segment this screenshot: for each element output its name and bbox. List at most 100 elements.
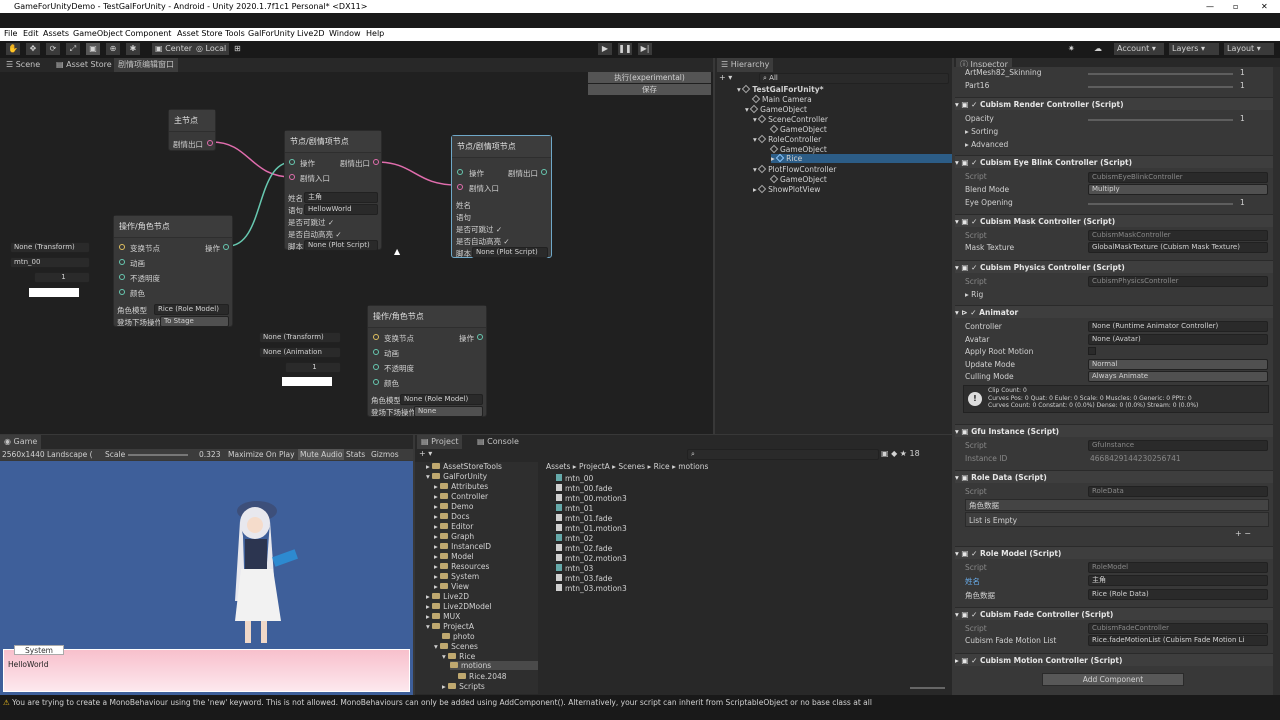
mute-audio-toggle[interactable]: Mute Audio <box>298 449 345 460</box>
component-render-controller[interactable]: ▾ ▣ ✓ Cubism Render Controller (Script) <box>955 97 1273 110</box>
account-dropdown[interactable]: Account ▾ <box>1114 43 1164 55</box>
run-experimental-button[interactable]: 执行(experimental) <box>588 72 711 83</box>
asset-item[interactable]: mtn_02 <box>556 534 593 543</box>
tab-hierarchy[interactable]: ☰ Hierarchy <box>717 58 774 72</box>
project-folder-projecta[interactable]: ▾ ProjectA <box>426 622 474 631</box>
pivot-local-button[interactable]: ◎ Local <box>193 43 230 55</box>
resolution-dropdown[interactable]: 2560x1440 Landscape ( <box>2 449 93 460</box>
menu-gameobject[interactable]: GameObject <box>73 29 123 38</box>
role-node-2-opacity-port[interactable] <box>373 364 379 370</box>
component-motion-controller[interactable]: ▸ ▣ ✓ Cubism Motion Controller (Script) <box>955 653 1273 666</box>
hierarchy-item-rice[interactable]: ▸ Rice <box>771 153 952 163</box>
breadcrumb-motions[interactable]: motions <box>678 462 708 471</box>
menu-asset-store-tools[interactable]: Asset Store Tools <box>177 29 245 38</box>
role-node-1-anim-field[interactable]: mtn_00 <box>10 257 90 268</box>
status-bar[interactable]: ⚠ You are trying to create a MonoBehavio… <box>0 695 1280 710</box>
custom-tool-icon[interactable]: ✱ <box>126 43 140 55</box>
role-node-1-transform-port[interactable] <box>119 244 125 250</box>
icon-size-slider[interactable] <box>910 687 945 689</box>
plot-node-1-script-field[interactable]: None (Plot Script) <box>304 240 378 251</box>
grid-snap-icon[interactable]: ⊞ <box>234 43 241 55</box>
opacity-value[interactable]: 1 <box>1240 114 1245 123</box>
menu-galforunity[interactable]: GalForUnity <box>248 29 295 38</box>
asset-item[interactable]: mtn_03.motion3 <box>556 584 627 593</box>
culling-mode-dropdown[interactable]: Always Animate <box>1088 371 1268 382</box>
project-search-input[interactable]: ⌕ <box>687 449 879 460</box>
menu-help[interactable]: Help <box>366 29 384 38</box>
menu-file[interactable]: File <box>4 29 17 38</box>
plot-node-2-in-port[interactable] <box>457 184 463 190</box>
role-node-1-op-port[interactable] <box>223 244 229 250</box>
step-button[interactable]: ▶| <box>638 43 652 55</box>
param-part16-value[interactable]: 1 <box>1240 81 1245 90</box>
update-mode-dropdown[interactable]: Normal <box>1088 359 1268 370</box>
hand-tool-icon[interactable]: ✋ <box>6 43 20 55</box>
plot-node-2-script-field[interactable]: None (Plot Script) <box>472 247 548 258</box>
maximize-on-play-toggle[interactable]: Maximize On Play <box>228 449 295 460</box>
plot-node-1[interactable]: 节点/剧情项节点 操作 剧情入口 剧情出口 姓名 主角 语句 HellowWor… <box>284 130 382 251</box>
save-button[interactable]: 保存 <box>588 84 711 95</box>
asset-item[interactable]: mtn_03 <box>556 564 593 573</box>
scale-slider[interactable] <box>128 454 188 456</box>
role-node-2-transform-field[interactable]: None (Transform) <box>259 332 341 343</box>
project-folder-photo[interactable]: photo <box>442 632 475 641</box>
graph-canvas[interactable]: 执行(experimental) 保存 主节点 剧情出口 节点/剧情项节点 操作… <box>0 72 713 434</box>
eye-opening-value[interactable]: 1 <box>1240 198 1245 207</box>
minimize-icon[interactable]: — <box>1206 0 1214 13</box>
project-folder-system[interactable]: ▸ System <box>434 572 479 581</box>
tab-asset-store[interactable]: ▤ Asset Store <box>52 58 116 72</box>
plot-node-1-out-port[interactable] <box>373 159 379 165</box>
hierarchy-item-scenecontroller[interactable]: ▾ SceneController <box>753 114 828 124</box>
menu-edit[interactable]: Edit <box>23 29 39 38</box>
hierarchy-item-plotflowcontroller[interactable]: ▾ PlotFlowController <box>753 164 836 174</box>
role-node-2-op-port[interactable] <box>477 334 483 340</box>
create-asset-button[interactable]: + ▾ <box>419 449 432 458</box>
param-artmesh-slider[interactable] <box>1088 73 1233 75</box>
filter-icons[interactable]: ▣ ◆ ★ 18 <box>881 449 920 458</box>
opacity-slider[interactable] <box>1088 119 1233 121</box>
role-name-field[interactable]: 主角 <box>1088 575 1268 586</box>
component-fade-controller[interactable]: ▾ ▣ ✓ Cubism Fade Controller (Script) <box>955 607 1273 620</box>
component-eye-blink[interactable]: ▾ ▣ ✓ Cubism Eye Blink Controller (Scrip… <box>955 155 1273 168</box>
role-node-2-model-field[interactable]: None (Role Model) <box>400 394 483 405</box>
play-button[interactable]: ▶ <box>598 43 612 55</box>
plot-node-2[interactable]: 节点/剧情项节点 操作 剧情入口 剧情出口 姓名 语句 是否可跳过 ✓ 是否自动… <box>451 135 552 258</box>
maximize-icon[interactable]: ▫ <box>1233 0 1238 13</box>
project-folder-instanceid[interactable]: ▸ InstanceID <box>434 542 491 551</box>
component-gfu-instance[interactable]: ▾ ▣ Gfu Instance (Script) <box>955 424 1273 437</box>
asset-item[interactable]: mtn_00 <box>556 474 593 483</box>
tab-plot-editor[interactable]: 剧情项编辑窗口 <box>114 58 178 72</box>
project-folder-editor[interactable]: ▸ Editor <box>434 522 473 531</box>
role-node-2-color-port[interactable] <box>373 379 379 385</box>
fade-motion-list-field[interactable]: Rice.fadeMotionList (Cubism Fade Motion … <box>1088 635 1268 646</box>
asset-item[interactable]: mtn_00.motion3 <box>556 494 627 503</box>
project-folder-attributes[interactable]: ▸ Attributes <box>434 482 488 491</box>
component-physics-controller[interactable]: ▾ ▣ ✓ Cubism Physics Controller (Script) <box>955 260 1273 273</box>
menu-live2d[interactable]: Live2D <box>297 29 325 38</box>
blend-mode-dropdown[interactable]: Multiply <box>1088 184 1268 195</box>
controller-field[interactable]: None (Runtime Animator Controller) <box>1088 321 1268 332</box>
component-role-data[interactable]: ▾ ▣ Role Data (Script) <box>955 470 1273 483</box>
apply-root-motion-checkbox[interactable] <box>1088 347 1096 355</box>
project-folder-controller[interactable]: ▸ Controller <box>434 492 488 501</box>
role-node-1-anim-port[interactable] <box>119 259 125 265</box>
collab-icon[interactable]: ✷ <box>1068 43 1075 55</box>
role-node-1-color-swatch[interactable] <box>29 288 79 297</box>
rig-foldout[interactable]: ▸ Rig <box>965 290 983 299</box>
gizmos-dropdown[interactable]: Gizmos <box>371 449 399 460</box>
layout-dropdown[interactable]: Layout ▾ <box>1224 43 1274 55</box>
stats-toggle[interactable]: Stats <box>346 449 365 460</box>
role-node-1-opacity-field[interactable]: 1 <box>34 272 90 283</box>
project-folder-motions[interactable]: motions <box>450 661 538 670</box>
hierarchy-item-showplotview[interactable]: ▸ ShowPlotView <box>753 184 820 194</box>
role-node-1-color-port[interactable] <box>119 289 125 295</box>
tab-game[interactable]: ◉ Game <box>0 435 42 449</box>
asset-item[interactable]: mtn_02.fade <box>556 544 612 553</box>
breadcrumb-projecta[interactable]: ProjectA <box>579 462 610 471</box>
move-tool-icon[interactable]: ✥ <box>26 43 40 55</box>
tab-console[interactable]: ▤ Console <box>473 435 523 449</box>
project-folder-scripts[interactable]: ▸ Scripts <box>442 682 485 691</box>
hierarchy-item-gameobject-2[interactable]: GameObject <box>769 124 827 134</box>
menu-window[interactable]: Window <box>329 29 361 38</box>
project-folder-docs[interactable]: ▸ Docs <box>434 512 470 521</box>
